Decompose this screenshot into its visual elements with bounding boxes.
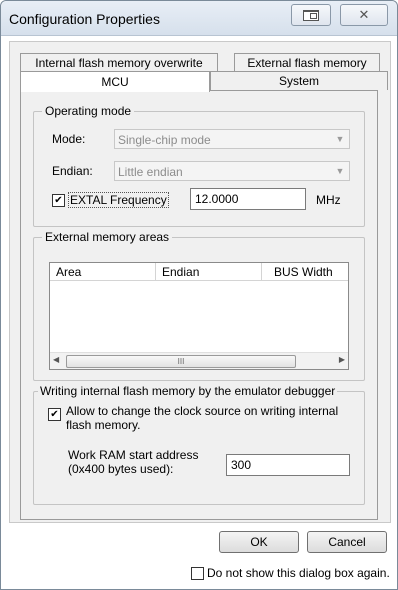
work-ram-address-input[interactable]: 300	[226, 454, 350, 476]
allow-clock-change-label-line2: flash memory.	[66, 418, 141, 432]
extal-label: EXTAL Frequency	[68, 192, 169, 208]
scroll-left-icon[interactable]: ◀	[53, 355, 59, 364]
tab-label: Internal flash memory overwrite	[35, 56, 203, 70]
mode-value: Single-chip mode	[118, 133, 211, 147]
dont-show-again-label: Do not show this dialog box again.	[207, 566, 390, 580]
operating-mode-group: Operating mode Mode: Single-chip mode ▼ …	[33, 104, 365, 227]
ok-button[interactable]: OK	[219, 531, 299, 553]
tab-label: External flash memory	[247, 56, 367, 70]
tab-system[interactable]: System	[210, 71, 388, 90]
tab-mcu[interactable]: MCU	[20, 71, 210, 92]
column-header-endian[interactable]: Endian	[156, 263, 262, 281]
external-memory-list[interactable]: Area Endian BUS Width ◀ III ▶	[49, 262, 349, 370]
group-title: External memory areas	[42, 230, 173, 244]
group-title: Operating mode	[42, 104, 135, 118]
close-button[interactable]: ✕	[340, 4, 388, 26]
extal-checkbox[interactable]: ✔	[52, 194, 65, 207]
mcu-tab-panel: Operating mode Mode: Single-chip mode ▼ …	[20, 90, 378, 520]
configuration-dialog: Configuration Properties ✕ Internal flas…	[0, 0, 398, 590]
flash-writing-group: Writing internal flash memory by the emu…	[33, 384, 365, 505]
external-memory-group: External memory areas Area Endian BUS Wi…	[33, 230, 365, 381]
endian-value: Little endian	[118, 165, 183, 179]
scroll-right-icon[interactable]: ▶	[339, 355, 345, 364]
chevron-down-icon: ▼	[335, 134, 345, 144]
close-icon: ✕	[358, 7, 370, 22]
group-title: Writing internal flash memory by the emu…	[38, 384, 338, 398]
endian-select[interactable]: Little endian ▼	[114, 161, 350, 181]
tab-internal-flash-overwrite[interactable]: Internal flash memory overwrite	[20, 53, 218, 72]
column-header-area[interactable]: Area	[50, 263, 156, 281]
cancel-button[interactable]: Cancel	[307, 531, 387, 553]
dialog-client-area: Internal flash memory overwrite External…	[9, 41, 391, 523]
tab-label: MCU	[101, 75, 129, 89]
mode-label: Mode:	[52, 132, 86, 146]
extal-unit: MHz	[316, 193, 341, 207]
column-header-bus-width[interactable]: BUS Width	[262, 263, 348, 281]
horizontal-scrollbar[interactable]: ◀ III ▶	[50, 352, 348, 369]
allow-clock-change-label-line1: Allow to change the clock source on writ…	[66, 404, 339, 418]
scroll-grip: III	[177, 357, 185, 366]
title-bar: Configuration Properties ✕	[1, 1, 397, 36]
mode-select[interactable]: Single-chip mode ▼	[114, 129, 350, 149]
restore-icon	[303, 9, 319, 21]
allow-clock-change-checkbox[interactable]: ✔	[48, 408, 61, 421]
dialog-title: Configuration Properties	[9, 11, 160, 27]
tab-label: System	[278, 74, 319, 88]
restore-button[interactable]	[291, 4, 331, 26]
scroll-thumb[interactable]: III	[66, 355, 296, 368]
dont-show-again-checkbox[interactable]	[191, 567, 204, 580]
tab-external-flash-memory[interactable]: External flash memory	[234, 53, 380, 72]
endian-label: Endian:	[52, 164, 93, 178]
extal-frequency-input[interactable]: 12.0000	[190, 188, 306, 210]
work-ram-label-line1: Work RAM start address	[68, 448, 199, 462]
work-ram-label-line2: (0x400 bytes used):	[68, 462, 174, 476]
chevron-down-icon: ▼	[335, 166, 345, 176]
